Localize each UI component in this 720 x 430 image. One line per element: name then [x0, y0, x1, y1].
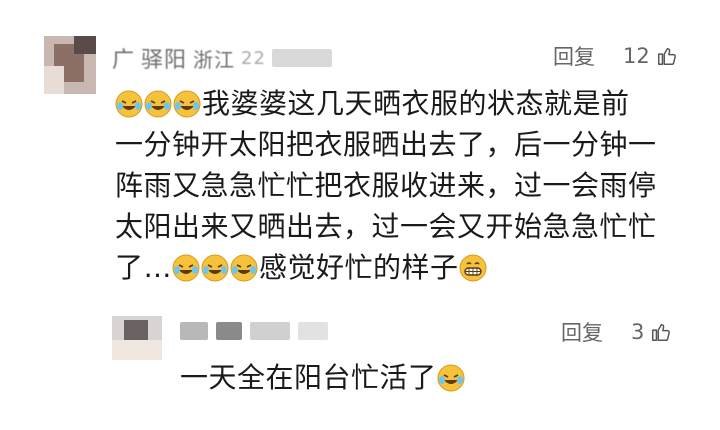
author-location: 浙江 — [193, 47, 236, 72]
text-line-1: 一天全在阳台忙活了 — [180, 357, 466, 398]
text-line-2: 一分钟开太阳把衣服晒出去了，后一分钟一 — [115, 128, 657, 161]
author-name-part: 驿阳 — [141, 48, 188, 73]
redacted-block — [250, 322, 290, 340]
text-segment: 一天全在阳台忙活了 — [180, 361, 437, 394]
comment-2: 回复 3 一天全在阳台忙活了 — [0, 300, 720, 430]
redacted-block — [271, 49, 332, 67]
grinning-emoji — [459, 254, 487, 282]
author-extra: 22 — [241, 47, 266, 69]
comment-actions: 回复 3 — [561, 317, 672, 347]
comment-1: 广 驿阳 浙江 22 回复 12 我婆婆这几天晒衣服的状态就是前 一分钟开太阳把… — [0, 0, 720, 300]
redacted-block — [216, 322, 242, 340]
laughing-crying-emoji — [173, 90, 201, 118]
author-row — [180, 322, 336, 340]
like-count: 3 — [631, 320, 645, 344]
laughing-crying-emoji — [437, 364, 465, 392]
text-segment: 了… — [115, 251, 173, 284]
comment-actions: 回复 12 — [553, 41, 678, 71]
text-segment: 我婆婆这几天晒衣服的状态就是前 — [202, 87, 630, 120]
redacted-block — [298, 322, 328, 340]
laughing-crying-emoji — [115, 90, 143, 118]
avatar[interactable] — [112, 316, 162, 360]
avatar[interactable] — [44, 36, 96, 94]
laughing-crying-emoji — [172, 254, 200, 282]
text-line-3: 阵雨又急急忙忙把衣服收进来，过一会雨停 — [115, 169, 657, 202]
text-line-5: 了… 感觉好忙的样子 — [115, 247, 657, 288]
author-row: 广 驿阳 浙江 22 — [112, 42, 340, 74]
comment-text: 一天全在阳台忙活了 — [180, 357, 466, 398]
text-line-4: 太阳出来又晒出去，过一会又开始急急忙忙 — [115, 210, 657, 243]
comment-text: 我婆婆这几天晒衣服的状态就是前 一分钟开太阳把衣服晒出去了，后一分钟一 阵雨又急… — [115, 83, 657, 288]
laughing-crying-emoji — [230, 254, 258, 282]
laughing-crying-emoji — [144, 90, 172, 118]
like-count: 12 — [623, 44, 650, 68]
reply-button[interactable]: 回复 — [561, 317, 603, 347]
author-name[interactable]: 广 — [112, 42, 135, 74]
text-segment: 感觉好忙的样子 — [259, 251, 459, 284]
thumbs-up-icon[interactable] — [650, 321, 672, 343]
reply-button[interactable]: 回复 — [553, 41, 595, 71]
redacted-block — [180, 322, 208, 340]
text-line-1: 我婆婆这几天晒衣服的状态就是前 — [115, 83, 657, 124]
laughing-crying-emoji — [201, 254, 229, 282]
thumbs-up-icon[interactable] — [656, 45, 678, 67]
